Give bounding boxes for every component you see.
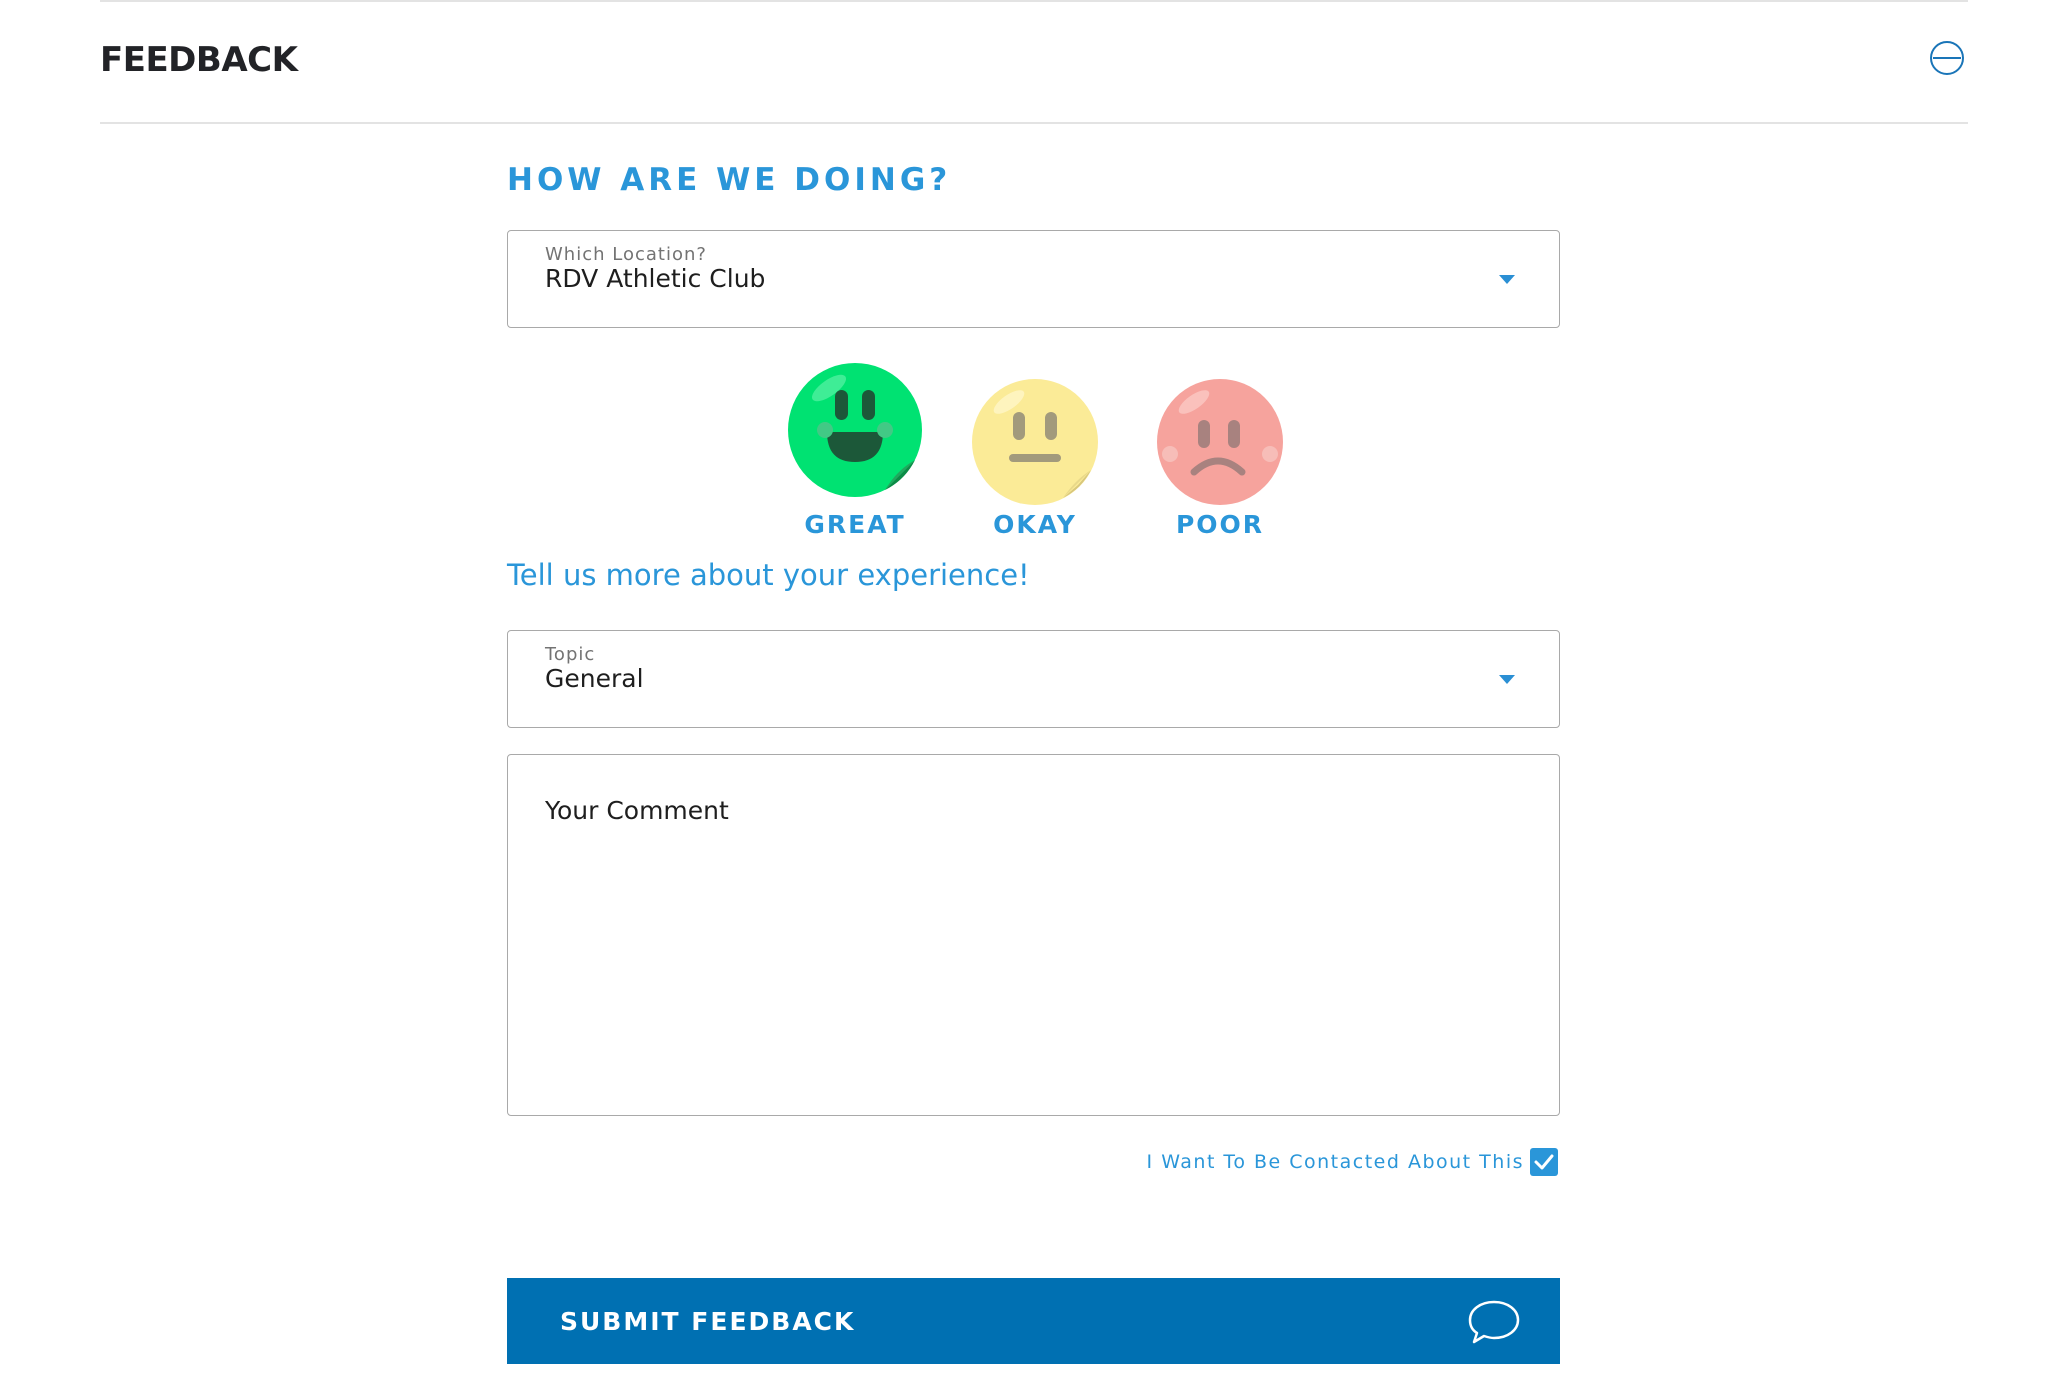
chevron-down-icon — [1499, 275, 1515, 284]
experience-prompt: Tell us more about your experience! — [507, 558, 1030, 592]
rating-poor[interactable]: POOR — [1155, 378, 1285, 539]
rating-poor-label: POOR — [1175, 510, 1265, 539]
minus-circle-icon — [1930, 41, 1964, 75]
top-divider — [100, 0, 1968, 2]
contact-checkbox-label[interactable]: I Want To Be Contacted About This — [1147, 1151, 1524, 1173]
location-select-value: RDV Athletic Club — [545, 264, 766, 293]
collapse-button[interactable] — [1929, 40, 1965, 76]
location-select[interactable]: Which Location? RDV Athletic Club — [507, 230, 1560, 328]
form-heading: HOW ARE WE DOING? — [507, 162, 952, 198]
contact-checkbox[interactable] — [1530, 1148, 1558, 1176]
rating-okay[interactable]: OKAY — [970, 378, 1100, 539]
chevron-down-icon — [1499, 675, 1515, 684]
rating-great-label: GREAT — [804, 510, 906, 539]
checkmark-icon — [1534, 1154, 1554, 1170]
rating-okay-label: OKAY — [993, 510, 1077, 539]
chat-bubble-icon — [1468, 1300, 1520, 1344]
section-title: FEEDBACK — [100, 40, 298, 80]
topic-select-value: General — [545, 664, 644, 693]
topic-select-label: Topic — [545, 644, 596, 665]
header-divider — [100, 122, 1968, 124]
sad-face-icon — [1157, 379, 1283, 505]
happy-face-icon — [788, 363, 922, 497]
topic-select[interactable]: Topic General — [507, 630, 1560, 728]
comment-placeholder: Your Comment — [545, 796, 729, 825]
comment-textarea[interactable]: Your Comment — [507, 754, 1560, 1116]
rating-great[interactable]: GREAT — [785, 362, 925, 539]
contact-option: I Want To Be Contacted About This — [1147, 1147, 1558, 1177]
neutral-face-icon — [972, 379, 1098, 505]
location-select-label: Which Location? — [545, 244, 707, 265]
submit-feedback-button[interactable]: SUBMIT FEEDBACK — [507, 1278, 1560, 1364]
feedback-page: FEEDBACK HOW ARE WE DOING? Which Locatio… — [0, 0, 2063, 1396]
submit-button-label: SUBMIT FEEDBACK — [560, 1307, 856, 1336]
